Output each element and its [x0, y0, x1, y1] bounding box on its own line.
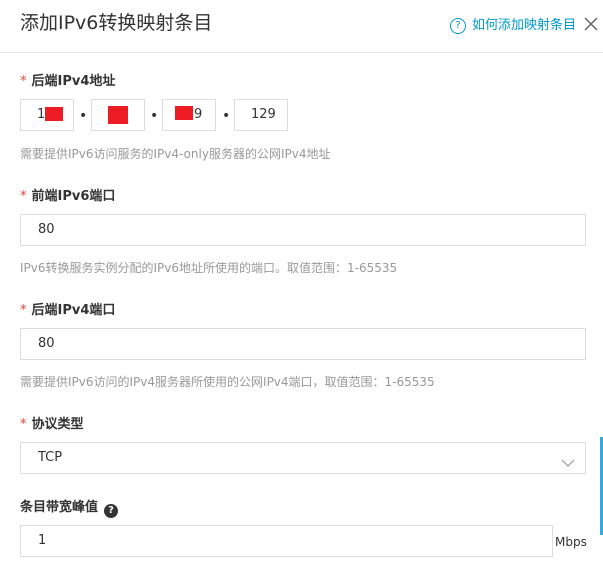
bandwidth-input[interactable]: 1 — [20, 525, 553, 557]
backend-ipv4-label: * 后端IPv4地址 — [20, 73, 115, 91]
bandwidth-label: 条目带宽峰值? — [20, 499, 119, 518]
question-circle-icon: ? — [450, 18, 466, 34]
frontend-port-label-text: 前端IPv6端口 — [31, 189, 116, 204]
backend-port-hint: 需要提供IPv6访问的IPv4服务器所使用的公网IPv4端口，取值范围：1-65… — [20, 375, 435, 389]
backend-ipv4-label-text: 后端IPv4地址 — [31, 74, 116, 89]
backend-port-label: * 后端IPv4端口 — [20, 302, 115, 320]
dialog-title: 添加IPv6转换映射条目 — [20, 12, 213, 34]
backend-port-label-text: 后端IPv4端口 — [31, 303, 116, 318]
ipv4-octet-4-input[interactable]: 129 — [234, 99, 288, 131]
backend-port-input[interactable]: 80 — [20, 328, 586, 360]
ipv4-octet-1-input[interactable]: 1 — [20, 99, 74, 131]
bandwidth-label-text: 条目带宽峰值 — [20, 500, 99, 515]
ipv4-octet-2-input[interactable] — [91, 99, 145, 131]
frontend-port-hint: IPv6转换服务实例分配的IPv6地址所使用的端口。取值范围：1-65535 — [20, 261, 398, 275]
frontend-port-input[interactable]: 80 — [20, 214, 586, 246]
dialog-header: 添加IPv6转换映射条目 ? 如何添加映射条目 — [0, 0, 603, 53]
required-mark: * — [20, 417, 27, 432]
bandwidth-value: 1 — [38, 533, 47, 548]
help-link[interactable]: ? 如何添加映射条目 — [450, 17, 576, 35]
backend-ipv4-hint: 需要提供IPv6访问服务的IPv4-only服务器的公网IPv4地址 — [20, 147, 331, 161]
question-icon[interactable]: ? — [104, 504, 119, 518]
frontend-port-value: 80 — [38, 222, 55, 237]
ipv4-separator: • — [150, 108, 159, 124]
protocol-select[interactable]: TCP — [20, 442, 586, 474]
backend-port-value: 80 — [38, 336, 55, 351]
ipv4-separator: • — [79, 108, 88, 124]
chevron-down-icon — [561, 452, 575, 467]
frontend-port-label: * 前端IPv6端口 — [20, 188, 115, 206]
ipv4-separator: • — [222, 108, 231, 124]
add-mapping-dialog: 添加IPv6转换映射条目 ? 如何添加映射条目 * 后端IPv4地址 1 • • … — [0, 0, 603, 564]
protocol-label-text: 协议类型 — [31, 417, 84, 432]
redaction-mark — [45, 107, 63, 121]
redaction-mark — [108, 106, 128, 124]
ipv4-octet-3-input[interactable]: 9 — [162, 99, 216, 131]
ipv4-octet-3-value: 9 — [194, 107, 203, 122]
ipv4-octet-4-value: 129 — [251, 107, 276, 122]
close-icon[interactable] — [583, 16, 603, 36]
required-mark: * — [20, 189, 27, 204]
protocol-label: * 协议类型 — [20, 416, 84, 434]
protocol-value: TCP — [38, 450, 63, 465]
help-link-label: 如何添加映射条目 — [472, 18, 577, 33]
required-mark: * — [20, 74, 27, 89]
redaction-mark — [175, 106, 193, 120]
required-mark: * — [20, 303, 27, 318]
bandwidth-unit: Mbps — [555, 535, 587, 549]
